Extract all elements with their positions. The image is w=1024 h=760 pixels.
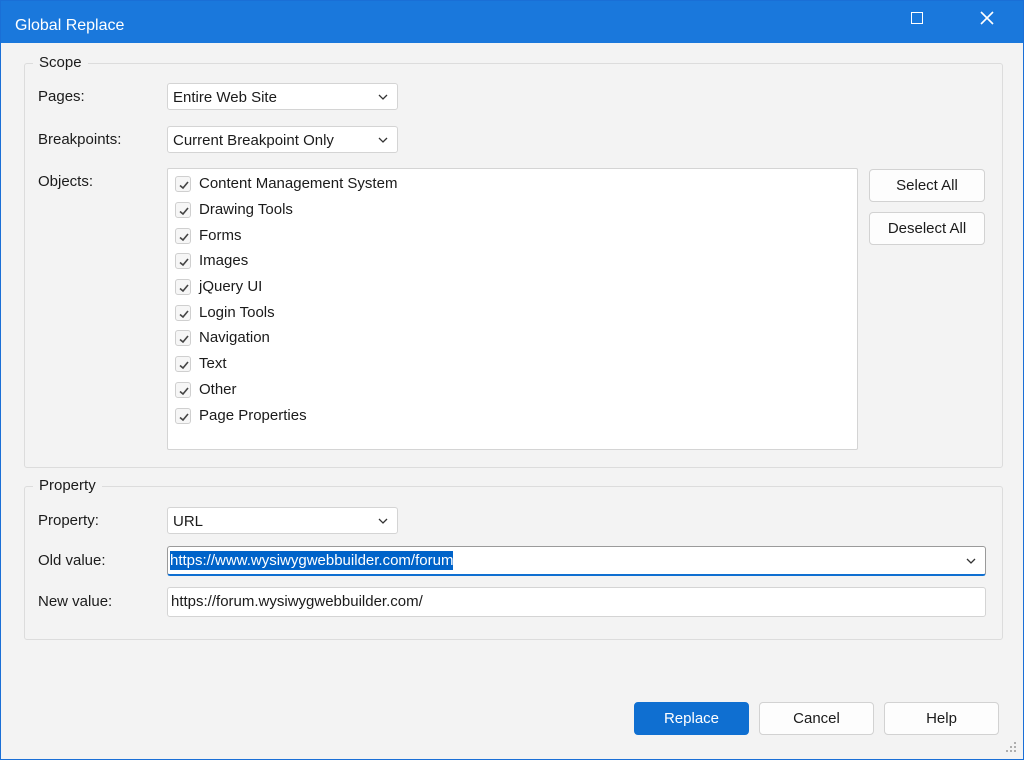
select-all-button[interactable]: Select All <box>869 169 985 202</box>
chevron-down-icon <box>378 137 388 143</box>
checkbox[interactable] <box>175 202 191 218</box>
chevron-down-icon <box>378 518 388 524</box>
property-group-title: Property <box>33 477 102 494</box>
list-item-label: jQuery UI <box>199 278 263 295</box>
checkbox[interactable] <box>175 228 191 244</box>
checkmark-icon <box>179 310 189 319</box>
global-replace-dialog: Global Replace Scope Pages: Entire Web S… <box>0 0 1024 760</box>
objects-label: Objects: <box>38 173 94 190</box>
scope-group-title: Scope <box>33 54 88 71</box>
list-item-label: Content Management System <box>199 175 398 192</box>
pages-label: Pages: <box>38 88 85 105</box>
property-value: URL <box>173 513 204 530</box>
checkmark-icon <box>179 207 189 216</box>
list-item-label: Text <box>199 355 227 372</box>
checkmark-icon <box>179 387 189 396</box>
maximize-icon <box>911 11 923 24</box>
checkmark-icon <box>179 361 189 370</box>
title-bar[interactable]: Global Replace <box>1 1 1023 43</box>
checkbox[interactable] <box>175 176 191 192</box>
checkbox[interactable] <box>175 305 191 321</box>
maximize-button[interactable] <box>894 1 940 37</box>
cancel-button[interactable]: Cancel <box>759 702 874 735</box>
checkmark-icon <box>179 413 189 422</box>
close-button[interactable] <box>964 1 1010 37</box>
old-value-label: Old value: <box>38 552 106 569</box>
window-title: Global Replace <box>15 17 125 34</box>
checkmark-icon <box>179 258 189 267</box>
objects-list[interactable]: Content Management System Drawing Tools … <box>167 168 858 450</box>
pages-dropdown[interactable]: Entire Web Site <box>167 83 398 110</box>
checkmark-icon <box>179 284 189 293</box>
checkbox[interactable] <box>175 408 191 424</box>
help-button[interactable]: Help <box>884 702 999 735</box>
checkbox[interactable] <box>175 356 191 372</box>
pages-value: Entire Web Site <box>173 89 277 106</box>
breakpoints-value: Current Breakpoint Only <box>173 132 334 149</box>
chevron-down-icon <box>378 94 388 100</box>
checkbox[interactable] <box>175 253 191 269</box>
close-icon <box>980 10 994 25</box>
new-value-input[interactable]: https://forum.wysiwygwebbuilder.com/ <box>171 593 423 610</box>
new-value-field[interactable]: https://forum.wysiwygwebbuilder.com/ <box>167 587 986 617</box>
resize-grip-icon[interactable] <box>1005 741 1017 753</box>
chevron-down-icon[interactable] <box>966 556 976 566</box>
checkmark-icon <box>179 233 189 242</box>
checkmark-icon <box>179 181 189 190</box>
replace-button[interactable]: Replace <box>634 702 749 735</box>
list-item-label: Drawing Tools <box>199 201 293 218</box>
list-item-label: Forms <box>199 227 242 244</box>
property-label: Property: <box>38 512 99 529</box>
deselect-all-button[interactable]: Deselect All <box>869 212 985 245</box>
checkbox[interactable] <box>175 330 191 346</box>
list-item-label: Other <box>199 381 237 398</box>
checkbox[interactable] <box>175 382 191 398</box>
new-value-label: New value: <box>38 593 113 610</box>
property-dropdown[interactable]: URL <box>167 507 398 534</box>
old-value-input[interactable]: https://www.wysiwygwebbuilder.com/forum <box>170 551 454 570</box>
list-item-label: Page Properties <box>199 407 307 424</box>
old-value-combobox[interactable]: https://www.wysiwygwebbuilder.com/forum <box>167 546 986 576</box>
list-item-label: Navigation <box>199 329 270 346</box>
checkmark-icon <box>179 335 189 344</box>
breakpoints-dropdown[interactable]: Current Breakpoint Only <box>167 126 398 153</box>
checkbox[interactable] <box>175 279 191 295</box>
list-item-label: Images <box>199 252 249 269</box>
breakpoints-label: Breakpoints: <box>38 131 122 148</box>
list-item-label: Login Tools <box>199 304 275 321</box>
